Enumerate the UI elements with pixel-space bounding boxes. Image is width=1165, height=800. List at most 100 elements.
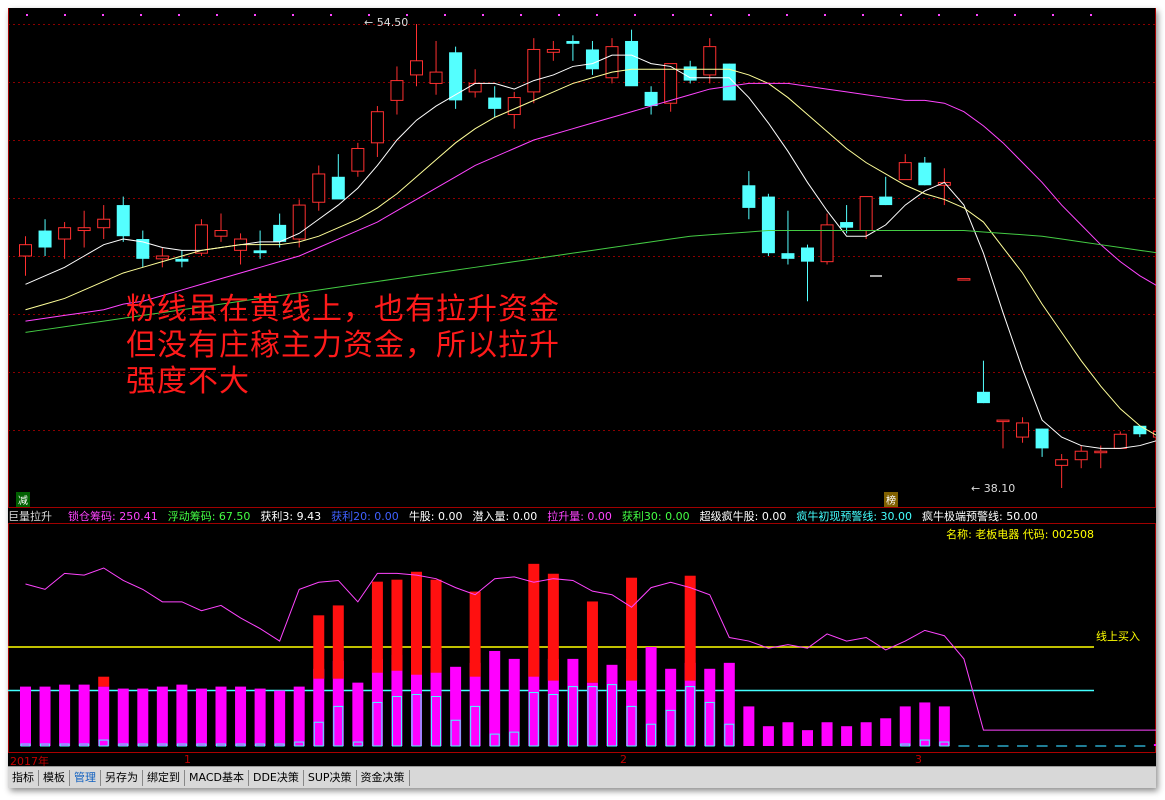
candle-down [38,230,52,248]
toolbar-sup-decision[interactable]: SUP决策 [304,770,357,786]
top-marker-dot [444,14,446,16]
top-marker-dot [976,14,978,16]
indicator-value-5: 潜入量: 0.00 [472,509,538,523]
candle-up [1055,459,1069,466]
candle-up [58,227,72,240]
toolbar-fund-decision[interactable]: 资金决策 [357,770,410,786]
indicator-bar-magenta [254,688,266,746]
toolbar-indicator[interactable]: 指标 [8,770,39,786]
indicator-value-10: 疯牛极端预警线: 50.00 [922,509,1038,523]
indicator-value-4: 牛股: 0.00 [408,509,463,523]
indicator-bar-magenta [117,688,129,746]
indicator-bar-magenta [860,722,872,746]
annotation-line-1: 粉线虽在黄线上，也有拉升资金 [126,292,560,327]
indicator-bar-magenta [352,682,364,746]
candle-up [155,255,169,260]
date-label-month-2: 2 [620,753,627,766]
indicator-bar-magenta [235,686,247,746]
candle-down [801,247,814,262]
indicator-bar-magenta [704,668,716,746]
candle-up [527,48,541,93]
toolbar-bind-to[interactable]: 绑定到 [143,770,185,786]
indicator-bar-red [547,573,559,681]
indicator-bar-magenta [645,647,657,746]
toolbar-manage[interactable]: 管理 [70,770,101,786]
indicator-bar-magenta [899,706,911,746]
candle-up [312,173,326,203]
candle-up [370,111,384,144]
toolbar-dde-decision[interactable]: DDE决策 [249,770,304,786]
indicator-values-bar: 巨量拉升 锁仓筹码: 250.41 浮动筹码: 67.50 获利3: 9.43 获利2… [8,508,1156,523]
indicator-bar-magenta [20,686,31,746]
indicator-bar-magenta [586,682,598,746]
candle-up [351,147,365,172]
top-marker-dot [520,14,522,16]
top-marker-dot [102,14,104,16]
candle-up [507,97,521,116]
candle-down [879,196,893,206]
candle-down [585,49,599,70]
top-marker-dot [938,14,940,16]
indicator-values: 锁仓筹码: 250.41 浮动筹码: 67.50 获利3: 9.43 获利20: 0.… [68,508,1048,524]
candle-up [1113,433,1127,449]
candle-down [175,258,189,262]
top-marker-dot [330,14,332,16]
candle-up [77,227,91,232]
date-label-month-3: 3 [915,753,922,766]
candle-down [273,224,287,242]
top-marker-dot [862,14,864,16]
candle-up [410,60,423,76]
indicator-title: 巨量拉升 [8,509,52,523]
indicator-bar-red [586,601,598,683]
indicator-bar-magenta [450,666,462,746]
candle-up [703,46,717,76]
candle-up [1094,450,1108,454]
top-marker-dot [140,14,142,16]
top-marker-dot [26,14,28,16]
bottom-toolbar: 指标 模板 管理 另存为 绑定到 MACD基本 DDE决策 SUP决策 资金决策 [8,766,1156,788]
stock-chart-window: 粉线虽在黄线上，也有拉升资金 但没有庄稼主力资金，所以拉升 强度不大 ← 54.50… [8,8,1156,788]
indicator-bar-red [313,615,325,679]
top-marker-dot [64,14,66,16]
top-marker-dot [178,14,180,16]
indicator-bar-magenta [723,662,735,746]
toolbar-save-as[interactable]: 另存为 [101,770,143,786]
indicator-bar-magenta [821,722,833,746]
candle-down [449,52,463,101]
top-marker-dot [216,14,218,16]
indicator-value-8: 超级疯牛股: 0.00 [699,509,787,523]
top-marker-dot [292,14,294,16]
candle-down [331,176,345,200]
top-marker-dot [710,14,712,16]
top-marker-dot [824,14,826,16]
indicator-bar-magenta [156,686,168,746]
candle-down [1133,425,1147,435]
top-marker-dot [482,14,484,16]
candle-up [194,224,208,254]
date-axis: 2017年 1 2 3 [8,752,1156,768]
indicator-value-3: 获利20: 0.00 [331,509,399,523]
indicator-bar-magenta [743,706,755,746]
candle-down [116,205,130,237]
toolbar-template[interactable]: 模板 [39,770,70,786]
screenshot-frame: 粉线虽在黄线上，也有拉升资金 但没有庄稼主力资金，所以拉升 强度不大 ← 54.50… [0,0,1165,800]
indicator-bar-magenta [606,664,618,746]
buy-line-label: 线上买入 [1096,630,1140,643]
low-price-label: ← 38.10 [971,482,1016,495]
toolbar-macd-basic[interactable]: MACD基本 [185,770,249,786]
indicator-bar-magenta [841,726,853,746]
candle-down [488,97,502,109]
candle-up [19,244,32,257]
indicator-bar-magenta [274,690,286,746]
candle-up [1074,450,1088,461]
top-marker-dot [1052,14,1054,16]
candle-down [644,91,658,107]
top-marker-dot [1090,14,1092,16]
indicator-bar-magenta [762,726,774,746]
indicator-value-2: 获利3: 9.43 [260,509,322,523]
candle-down [742,185,756,208]
indicator-bar-red [626,577,638,681]
candle-down [253,250,267,254]
indicator-bar-magenta [782,722,794,746]
indicator-value-0: 锁仓筹码: 250.41 [68,509,158,523]
